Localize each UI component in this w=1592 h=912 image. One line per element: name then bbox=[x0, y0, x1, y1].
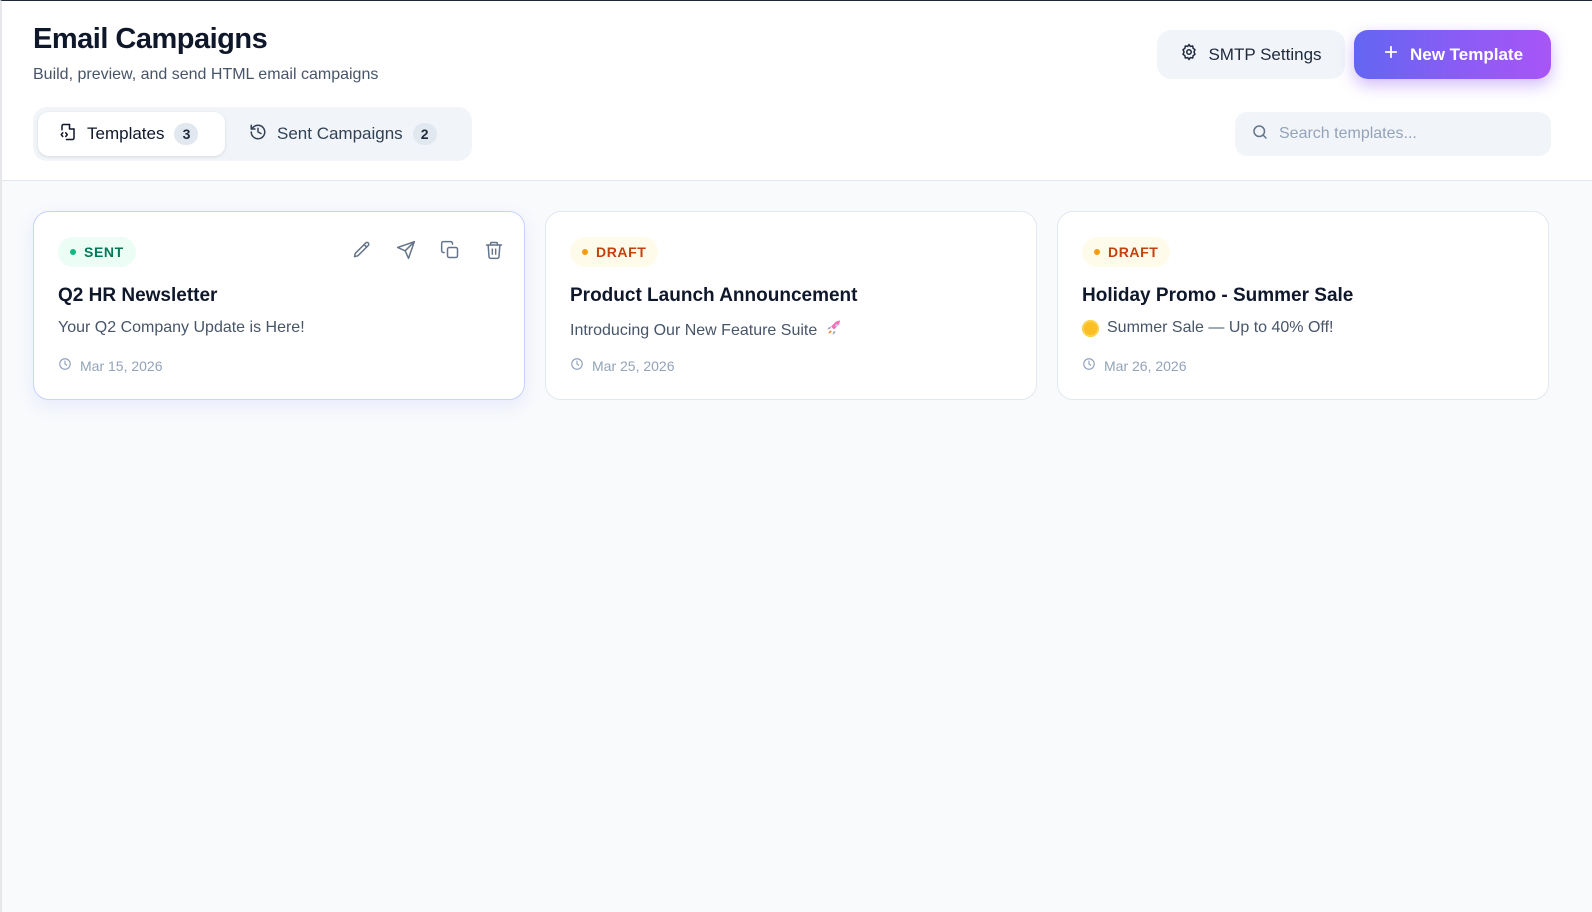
status-label: SENT bbox=[84, 244, 124, 260]
gear-icon bbox=[1180, 43, 1198, 66]
card-subject-text: Introducing Our New Feature Suite bbox=[570, 321, 818, 339]
card-date: Mar 26, 2026 bbox=[1082, 357, 1187, 374]
card-date-text: Mar 15, 2026 bbox=[80, 357, 163, 374]
status-badge: DRAFT bbox=[570, 237, 659, 267]
card-subject: Summer Sale — Up to 40% Off! bbox=[1082, 319, 1333, 337]
tab-sent-campaigns-label: Sent Campaigns bbox=[277, 124, 403, 143]
send-icon[interactable] bbox=[396, 240, 416, 260]
templates-count-badge: 3 bbox=[174, 123, 199, 145]
card-subject: Your Q2 Company Update is Here! bbox=[58, 319, 305, 337]
rocket-icon bbox=[825, 319, 843, 342]
tab-templates-label: Templates bbox=[87, 124, 165, 143]
page-title: Email Campaigns bbox=[33, 23, 268, 55]
status-badge: DRAFT bbox=[1082, 237, 1171, 267]
card-date-text: Mar 25, 2026 bbox=[592, 357, 675, 374]
plus-icon bbox=[1382, 43, 1400, 66]
view-tabs: Templates 3 Sent Campaigns 2 bbox=[33, 107, 472, 161]
trash-icon[interactable] bbox=[484, 240, 504, 260]
template-card[interactable]: DRAFT Holiday Promo - Summer Sale Summer… bbox=[1057, 211, 1549, 400]
card-subject: Introducing Our New Feature Suite bbox=[570, 319, 843, 342]
smtp-settings-label: SMTP Settings bbox=[1208, 44, 1322, 64]
copy-icon[interactable] bbox=[440, 240, 460, 260]
clock-icon bbox=[570, 357, 584, 374]
card-title: Holiday Promo - Summer Sale bbox=[1082, 285, 1354, 306]
tab-templates[interactable]: Templates 3 bbox=[38, 112, 225, 156]
card-title: Q2 HR Newsletter bbox=[58, 285, 218, 306]
card-date: Mar 15, 2026 bbox=[58, 357, 163, 374]
search-icon bbox=[1251, 123, 1269, 146]
new-template-label: New Template bbox=[1409, 44, 1524, 64]
clock-icon bbox=[58, 357, 72, 374]
template-card[interactable]: DRAFT Product Launch Announcement Introd… bbox=[545, 211, 1037, 400]
smtp-settings-button[interactable]: SMTP Settings bbox=[1157, 30, 1345, 79]
card-date: Mar 25, 2026 bbox=[570, 357, 675, 374]
status-dot bbox=[1094, 249, 1100, 255]
status-badge: SENT bbox=[58, 237, 136, 267]
sent-campaigns-count-badge: 2 bbox=[412, 123, 437, 145]
search-input[interactable] bbox=[1279, 125, 1539, 143]
tab-sent-campaigns[interactable]: Sent Campaigns 2 bbox=[229, 112, 467, 156]
new-template-button[interactable]: New Template bbox=[1354, 30, 1551, 79]
page-subtitle: Build, preview, and send HTML email camp… bbox=[33, 66, 379, 83]
status-dot bbox=[70, 249, 76, 255]
card-subject-text: Summer Sale — Up to 40% Off! bbox=[1107, 319, 1334, 336]
app-window: Email Campaigns Build, preview, and send… bbox=[0, 0, 1592, 912]
status-dot bbox=[582, 249, 588, 255]
clock-icon bbox=[1082, 357, 1096, 374]
template-card[interactable]: SENT Q2 HR Newsletter Your Q2 Company Up… bbox=[33, 211, 525, 400]
search-box bbox=[1235, 112, 1551, 156]
card-actions bbox=[352, 240, 504, 260]
status-label: DRAFT bbox=[596, 244, 647, 260]
edit-icon[interactable] bbox=[352, 240, 372, 260]
card-title: Product Launch Announcement bbox=[570, 285, 858, 306]
card-date-text: Mar 26, 2026 bbox=[1104, 357, 1187, 374]
status-label: DRAFT bbox=[1108, 244, 1159, 260]
history-icon bbox=[249, 123, 267, 146]
sun-icon bbox=[1082, 319, 1099, 337]
page-header: Email Campaigns Build, preview, and send… bbox=[2, 1, 1592, 181]
card-subject-text: Your Q2 Company Update is Here! bbox=[58, 319, 305, 336]
file-code-icon bbox=[59, 123, 77, 146]
